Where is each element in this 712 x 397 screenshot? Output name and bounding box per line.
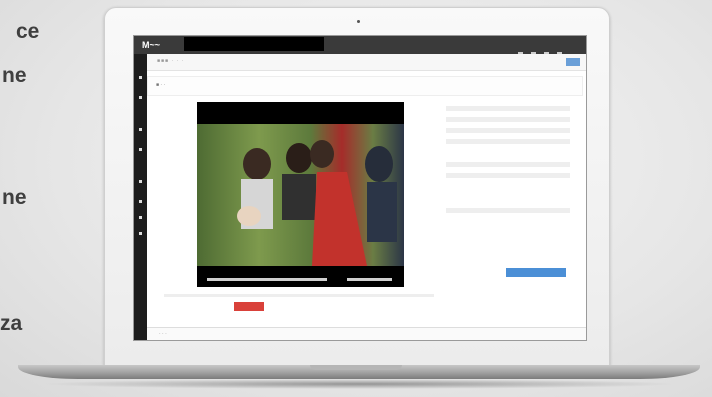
form-field[interactable] [446,139,570,144]
sidebar-icon[interactable] [139,96,142,99]
seek-bar[interactable] [207,278,327,281]
form-field[interactable] [446,106,570,111]
sidebar-icon[interactable] [139,76,142,79]
sidebar-icon[interactable] [139,200,142,203]
sidebar-icon[interactable] [139,216,142,219]
footer: · · · [147,327,586,340]
sidebar-icon[interactable] [139,232,142,235]
laptop-notch [310,365,402,370]
topbar-controls[interactable] [510,42,580,55]
form-field[interactable] [446,117,570,122]
title-row: ■ · · [147,76,583,96]
footer-text: · · · [159,331,167,337]
volume-slider[interactable] [347,278,392,281]
video-player[interactable] [197,102,404,287]
sidebar-icon[interactable] [139,180,142,183]
form-field[interactable] [446,208,570,213]
side-text-4: za [0,312,23,335]
app-topbar: M~~ [134,36,586,55]
app-logo[interactable]: M~~ [142,40,160,50]
video-controls [197,273,404,287]
form-field[interactable] [446,162,570,167]
breadcrumb-bar: ■■■ · · · [147,54,586,71]
video-frame [197,124,404,266]
redacted-bar [184,37,324,51]
laptop-shadow [40,379,680,389]
divider [164,294,434,297]
sidebar-icon[interactable] [139,128,142,131]
blue-action-button[interactable] [506,268,566,277]
settings-panel [446,106,570,219]
form-field[interactable] [446,173,570,178]
side-text-3: ne [2,186,27,209]
video-thumbnail [237,140,397,266]
page-title: ■ · · [156,82,166,88]
top-action-button[interactable] [566,58,580,66]
laptop-screen: M~~ ■■■ · · · ■ · · · · · [133,35,587,341]
red-action-button[interactable] [234,302,264,311]
side-text-2: ne [2,64,27,87]
side-text-1: ce [16,20,40,43]
camera-icon [357,20,360,23]
sidebar-icon[interactable] [139,148,142,151]
form-field[interactable] [446,128,570,133]
breadcrumb: ■■■ · · · [157,58,185,64]
sidebar [134,54,147,340]
